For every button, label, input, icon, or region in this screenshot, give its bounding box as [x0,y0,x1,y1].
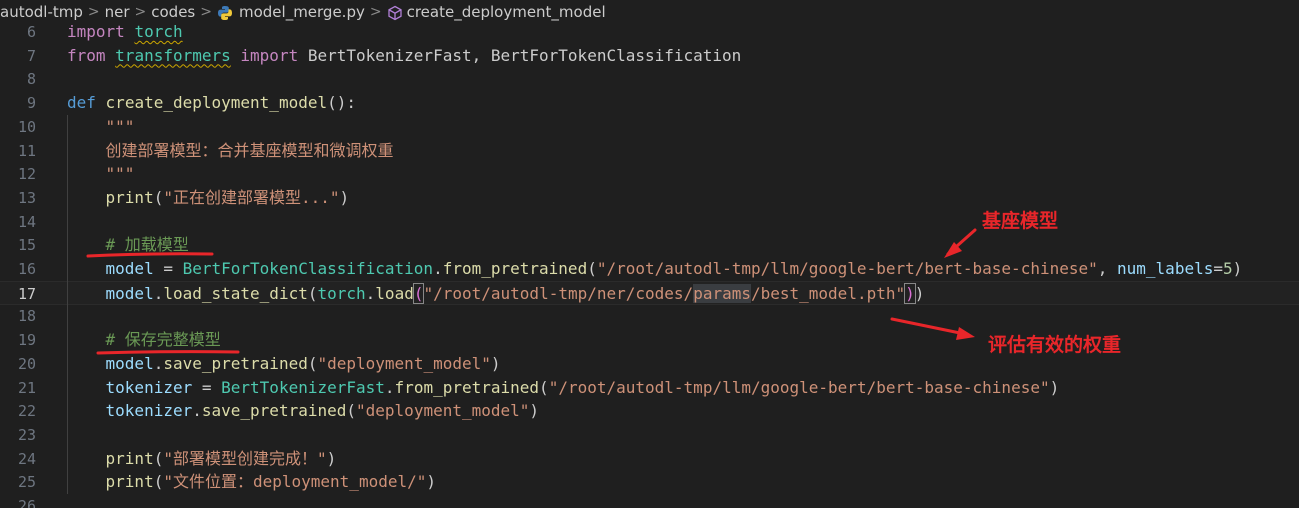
annotation-effective-weights: 评估有效的权重 [988,334,1122,356]
underline-save-model [96,350,240,355]
annotation-layer [86,228,977,355]
underline-load-model [86,252,214,258]
annotation-base-model: 基座模型 [982,210,1059,232]
arrow-to-model-path [944,228,977,258]
arrow-to-weights [890,317,975,340]
